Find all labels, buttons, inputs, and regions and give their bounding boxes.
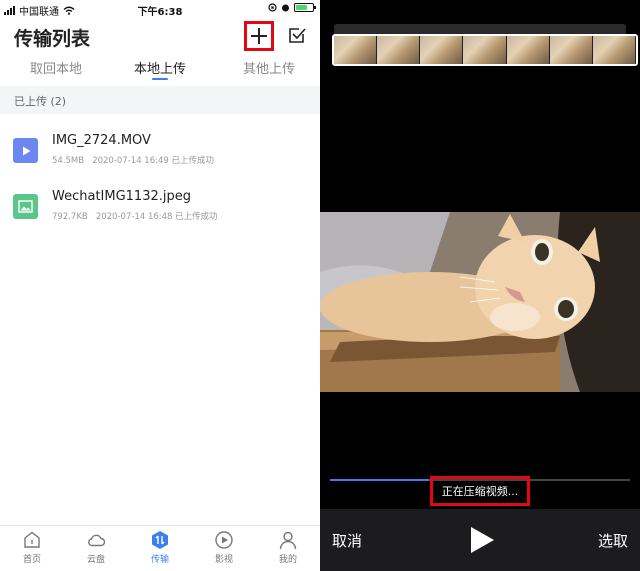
plus-icon (251, 28, 267, 44)
cat-video-frame (320, 212, 640, 392)
transfer-list-screen: 中国联通 下午6:38 传输列表 取回本地 本地上传 其他上传 已上传 (2) … (0, 0, 320, 571)
file-size: 792.7KB (52, 212, 88, 222)
file-name: WechatIMG1132.jpeg (52, 189, 191, 204)
file-name: IMG_2724.MOV (52, 133, 151, 148)
compress-progress-fill (330, 479, 429, 481)
file-date: 2020-07-14 16:48 (95, 212, 173, 222)
file-meta: 54.5MB 2020-07-14 16:49 已上传成功 (52, 154, 214, 166)
bottom-nav: 首页 云盘 传输 影视 我的 (0, 525, 320, 571)
checkbox-icon[interactable] (288, 26, 306, 44)
nav-label: 传输 (150, 555, 169, 565)
tab-download-local[interactable]: 取回本地 (30, 58, 82, 77)
nav-profile[interactable]: 我的 (268, 530, 308, 565)
file-item[interactable]: WechatIMG1132.jpeg 792.7KB 2020-07-14 16… (0, 186, 320, 236)
nav-video[interactable]: 影视 (204, 530, 244, 565)
video-filmstrip[interactable] (332, 34, 638, 66)
file-item[interactable]: IMG_2724.MOV 54.5MB 2020-07-14 16:49 已上传… (0, 130, 320, 180)
image-file-icon (13, 194, 38, 219)
filmstrip-frame (592, 36, 636, 64)
video-file-icon (13, 138, 38, 163)
nav-label: 首页 (22, 555, 41, 565)
home-icon (24, 531, 40, 548)
page-title: 传输列表 (14, 28, 91, 50)
filmstrip-frame (377, 36, 421, 64)
cancel-button[interactable]: 取消 (332, 530, 362, 551)
editor-top-bar (334, 24, 626, 34)
add-upload-button[interactable] (244, 21, 274, 51)
nav-label: 影视 (214, 555, 233, 565)
play-icon[interactable] (468, 526, 496, 554)
tab-bar: 取回本地 本地上传 其他上传 (0, 54, 320, 82)
nav-transfer[interactable]: 传输 (140, 530, 180, 565)
transfer-icon (152, 531, 168, 549)
alarm-icon (282, 4, 289, 12)
file-meta: 792.7KB 2020-07-14 16:48 已上传成功 (52, 210, 218, 222)
file-size: 54.5MB (52, 156, 85, 166)
play-circle-icon (215, 531, 233, 549)
filmstrip-frame (549, 36, 593, 64)
editor-bottom-bar: 取消 选取 (320, 509, 640, 571)
rotation-lock-icon (268, 3, 277, 12)
compress-status-label: 正在压缩视频... (430, 476, 530, 506)
filmstrip-frame (420, 36, 464, 64)
nav-home[interactable]: 首页 (12, 530, 52, 565)
video-preview[interactable] (320, 212, 640, 392)
tab-other-upload[interactable]: 其他上传 (243, 58, 295, 77)
status-bar: 中国联通 下午6:38 (0, 0, 320, 18)
nav-label: 云盘 (86, 555, 105, 565)
select-button[interactable]: 选取 (598, 530, 628, 551)
file-status: 已上传成功 (171, 156, 215, 166)
file-status: 已上传成功 (175, 212, 218, 222)
filmstrip-frame (506, 36, 550, 64)
file-date: 2020-07-14 16:49 (92, 156, 169, 166)
filmstrip-frame (334, 36, 378, 64)
battery-icon (294, 3, 316, 12)
active-tab-indicator (152, 78, 168, 80)
person-icon (279, 531, 297, 550)
nav-cloud[interactable]: 云盘 (76, 530, 116, 565)
tab-local-upload[interactable]: 本地上传 (134, 58, 186, 77)
uploaded-section-header: 已上传 (2) (0, 86, 320, 114)
cloud-icon (88, 534, 106, 547)
nav-label: 我的 (278, 555, 297, 565)
filmstrip-frame (463, 36, 507, 64)
